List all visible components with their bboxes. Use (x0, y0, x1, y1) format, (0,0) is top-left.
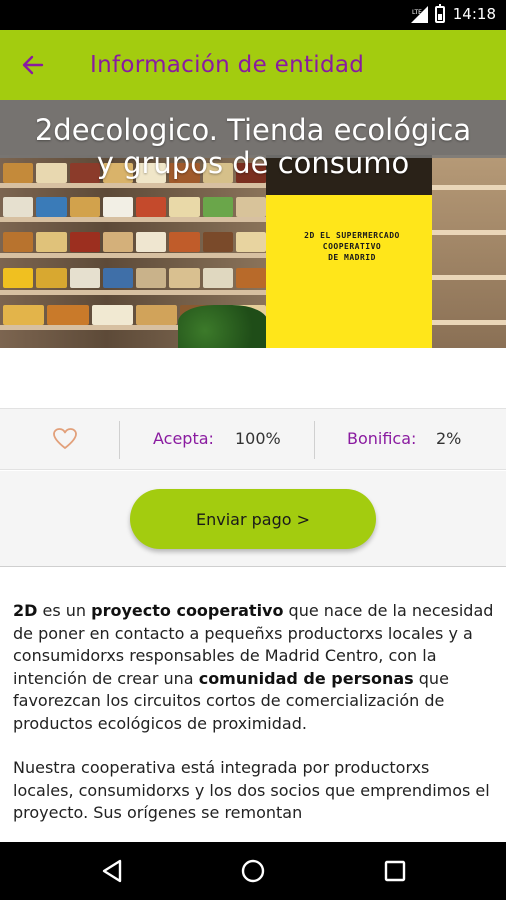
action-area: Enviar pago > (0, 471, 506, 567)
app-bar: Información de entidad (0, 30, 506, 100)
home-circle-icon[interactable] (238, 856, 268, 886)
send-payment-button[interactable]: Enviar pago > (130, 489, 376, 549)
arrow-left-icon[interactable] (18, 50, 48, 80)
vegetables-image (178, 305, 268, 348)
back-triangle-icon[interactable] (98, 856, 128, 886)
divider (119, 421, 120, 459)
bonifica-label: Bonifica: (347, 429, 417, 448)
page-title: Información de entidad (90, 52, 365, 78)
status-time: 14:18 (452, 5, 496, 23)
hero-image: 2D EL SUPERMERCADO COOPERATIVO DE MADRID… (0, 100, 506, 348)
poster-text: 2D EL SUPERMERCADO COOPERATIVO DE MADRID (304, 231, 400, 262)
description-paragraph: 2D es un proyecto cooperativo que nace d… (13, 601, 494, 733)
entity-description: 2D es un proyecto cooperativo que nace d… (13, 600, 495, 840)
entity-title: 2decologico. Tienda ecológica y grupos d… (34, 113, 472, 180)
heart-outline-icon[interactable] (52, 427, 78, 451)
acepta-value: 100% (235, 429, 281, 448)
navigation-bar (0, 842, 506, 900)
svg-text:LTE: LTE (412, 9, 422, 16)
wooden-shelves-image (432, 155, 506, 348)
recents-square-icon[interactable] (380, 856, 410, 886)
divider (314, 421, 315, 459)
stats-row: Acepta: 100% Bonifica: 2% (0, 408, 506, 470)
status-bar: LTE 14:18 (0, 0, 506, 30)
battery-icon (434, 3, 445, 23)
description-paragraph: Nuestra cooperativa está integrada por p… (13, 758, 490, 822)
bonifica-value: 2% (436, 429, 462, 448)
status-icons: LTE 14:18 (410, 3, 496, 23)
lte-signal-icon: LTE (410, 6, 428, 23)
acepta-label: Acepta: (153, 429, 214, 448)
